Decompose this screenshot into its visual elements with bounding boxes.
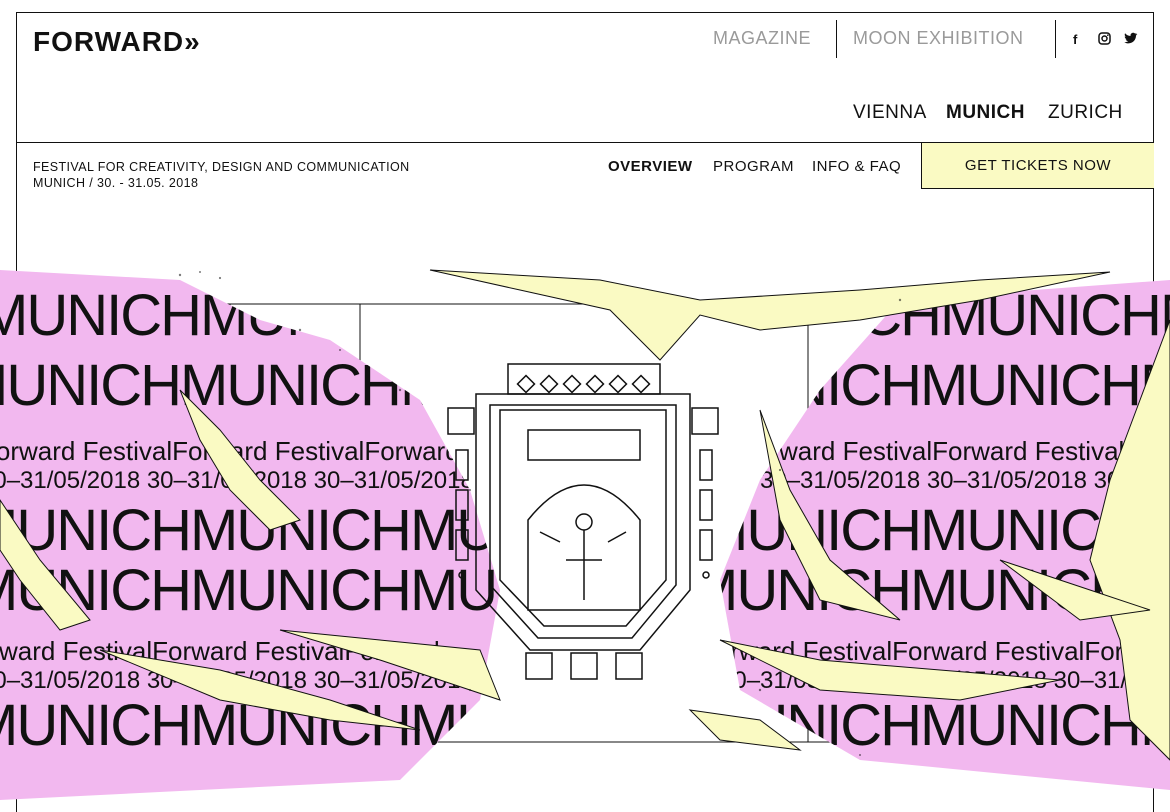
nav-divider	[836, 20, 837, 58]
nav-magazine[interactable]: MAGAZINE	[713, 28, 811, 49]
instagram-icon[interactable]	[1098, 32, 1111, 48]
festival-tagline: FESTIVAL FOR CREATIVITY, DESIGN AND COMM…	[33, 160, 410, 174]
festival-date: MUNICH / 30. - 31.05. 2018	[33, 176, 199, 190]
city-munich[interactable]: MUNICH	[946, 102, 1025, 124]
nav-divider	[1055, 20, 1056, 58]
city-vienna[interactable]: VIENNA	[853, 102, 927, 124]
twitter-icon[interactable]	[1124, 32, 1138, 47]
hero-text-row: MUNICHMUNICHMUNICH	[0, 558, 630, 623]
nav-moon-exhibition[interactable]: MOON EXHIBITION	[853, 28, 1024, 49]
facebook-icon[interactable]: f	[1073, 32, 1077, 47]
hero-text-row: MUNICHMUNICHMUNICH	[0, 353, 620, 418]
menu-info-faq[interactable]: INFO & FAQ	[812, 158, 901, 175]
menu-program[interactable]: PROGRAM	[713, 158, 794, 175]
get-tickets-button[interactable]: GET TICKETS NOW	[921, 143, 1154, 189]
hero-illustration: MUNICHMUNICHMUNICH MUNICHMUNICHMUNICH Fo…	[0, 269, 1170, 800]
hero-text-row: Forward FestivalForward FestivalForward	[740, 436, 1170, 466]
forward-logo[interactable]: FORWARD»	[33, 26, 201, 58]
city-zurich[interactable]: ZURICH	[1048, 102, 1123, 124]
menu-overview[interactable]: OVERVIEW	[608, 158, 693, 175]
hero-text-row: MUNICHMUNICHMUNICH	[700, 693, 1170, 758]
hero-text-row: MUNICHMUNICHMUNICH	[700, 353, 1170, 418]
hero-text-row: MUNICHMUNICHMUNICH	[0, 498, 630, 563]
